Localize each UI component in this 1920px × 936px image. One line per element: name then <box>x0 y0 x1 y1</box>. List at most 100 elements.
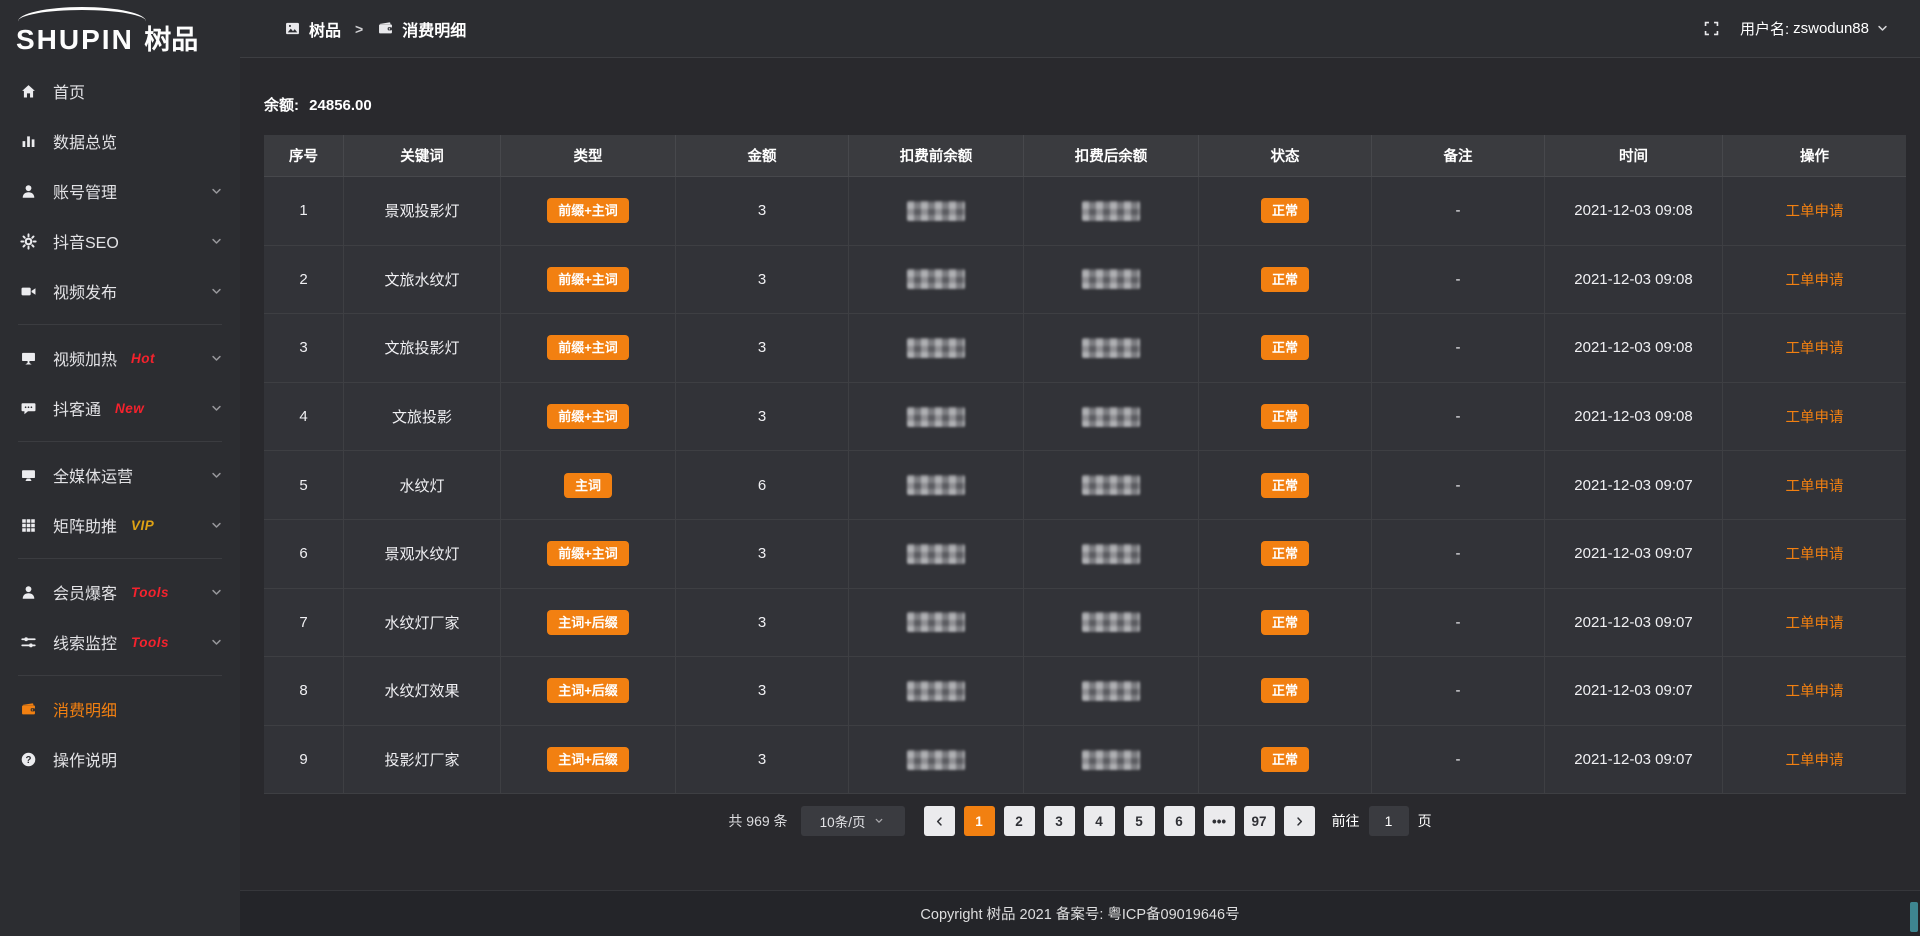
ticket-apply-link[interactable]: 工单申请 <box>1786 475 1844 496</box>
sidebar-item-label: 首页 <box>53 79 85 103</box>
sidebar-item-video-publish[interactable]: 视频发布 <box>0 266 240 316</box>
menu-divider <box>18 675 222 676</box>
cell-keyword: 水纹灯效果 <box>344 657 501 726</box>
question-icon <box>20 751 38 768</box>
type-badge: 前缀+主词 <box>547 267 629 292</box>
fullscreen-button[interactable] <box>1701 18 1722 39</box>
chevron-down-icon <box>209 284 224 299</box>
column-header: 时间 <box>1545 135 1723 177</box>
goto-page-input[interactable] <box>1369 806 1409 836</box>
cell-note: - <box>1372 177 1545 246</box>
chevron-down-icon <box>873 815 885 827</box>
cell-status: 正常 <box>1199 177 1372 246</box>
sidebar-item-omni-media-operation[interactable]: 全媒体运营 <box>0 450 240 500</box>
cell-balance-before <box>849 246 1024 315</box>
cell-balance-after <box>1024 726 1199 795</box>
page-ellipsis-button[interactable]: ••• <box>1204 806 1235 836</box>
sliders-icon <box>20 634 38 651</box>
sidebar-menu: 首页数据总览账号管理抖音SEO视频发布视频加热Hot抖客通New 全媒体运营矩阵助… <box>0 62 240 784</box>
redacted-balance-after <box>1082 475 1140 495</box>
sidebar-item-douyin-seo[interactable]: 抖音SEO <box>0 216 240 266</box>
menu-divider <box>18 324 222 325</box>
page-button-4[interactable]: 4 <box>1084 806 1115 836</box>
brand-logo: SHUPIN 树品 <box>0 0 240 62</box>
chevron-down-icon <box>209 351 224 366</box>
sidebar-item-label: 抖客通 <box>53 396 101 420</box>
cell-amount: 3 <box>676 314 849 383</box>
cell-balance-after <box>1024 657 1199 726</box>
status-badge: 正常 <box>1261 541 1309 566</box>
user-menu[interactable]: 用户名: zswodun88 <box>1740 18 1890 39</box>
page-size-select[interactable]: 10条/页 <box>801 806 905 836</box>
balance-summary: 余额: 24856.00 <box>264 94 1920 115</box>
redacted-balance-before <box>907 544 965 564</box>
table-row: 9投影灯厂家主词+后缀3正常-2021-12-03 09:07工单申请 <box>264 726 1906 795</box>
ticket-apply-link[interactable]: 工单申请 <box>1786 543 1844 564</box>
cell-index: 3 <box>264 314 344 383</box>
ticket-apply-link[interactable]: 工单申请 <box>1786 269 1844 290</box>
page-button-1[interactable]: 1 <box>964 806 995 836</box>
cell-index: 2 <box>264 246 344 315</box>
next-page-button[interactable] <box>1284 806 1315 836</box>
sidebar-item-member-explosion[interactable]: 会员爆客Tools <box>0 567 240 617</box>
ticket-apply-link[interactable]: 工单申请 <box>1786 612 1844 633</box>
screen-icon <box>20 350 38 367</box>
page-button-6[interactable]: 6 <box>1164 806 1195 836</box>
page-button-3[interactable]: 3 <box>1044 806 1075 836</box>
type-badge: 主词+后缀 <box>547 610 629 635</box>
page-button-2[interactable]: 2 <box>1004 806 1035 836</box>
chevron-down-icon <box>209 518 224 533</box>
redacted-balance-after <box>1082 201 1140 221</box>
cell-keyword: 文旅水纹灯 <box>344 246 501 315</box>
balance-label: 余额: <box>264 97 299 114</box>
cell-action: 工单申请 <box>1723 246 1906 315</box>
chevron-right-icon <box>1293 815 1306 828</box>
topbar: 树品 > 消费明细 用户名: zswodun88 <box>240 0 1920 58</box>
chevron-down-icon <box>209 401 224 416</box>
cell-index: 6 <box>264 520 344 589</box>
breadcrumb-item-current: 消费明细 <box>402 17 466 41</box>
table-row: 6景观水纹灯前缀+主词3正常-2021-12-03 09:07工单申请 <box>264 520 1906 589</box>
sidebar-item-label: 操作说明 <box>53 747 117 771</box>
cell-time: 2021-12-03 09:08 <box>1545 177 1723 246</box>
redacted-balance-after <box>1082 338 1140 358</box>
prev-page-button[interactable] <box>924 806 955 836</box>
chevron-left-icon <box>933 815 946 828</box>
sidebar-item-leads-monitoring[interactable]: 线索监控Tools <box>0 617 240 667</box>
menu-divider <box>18 558 222 559</box>
page-button-5[interactable]: 5 <box>1124 806 1155 836</box>
cell-balance-after <box>1024 383 1199 452</box>
sidebar-item-data-overview[interactable]: 数据总览 <box>0 116 240 166</box>
redacted-balance-before <box>907 612 965 632</box>
ticket-apply-link[interactable]: 工单申请 <box>1786 680 1844 701</box>
total-count: 共 969 条 <box>728 811 787 831</box>
breadcrumb: 树品 > 消费明细 <box>284 17 466 41</box>
page-button-97[interactable]: 97 <box>1244 806 1275 836</box>
sidebar-item-video-heating[interactable]: 视频加热Hot <box>0 333 240 383</box>
sidebar-item-account-management[interactable]: 账号管理 <box>0 166 240 216</box>
redacted-balance-after <box>1082 269 1140 289</box>
ticket-apply-link[interactable]: 工单申请 <box>1786 749 1844 770</box>
type-badge: 主词+后缀 <box>547 678 629 703</box>
cell-status: 正常 <box>1199 451 1372 520</box>
menu-divider <box>18 441 222 442</box>
ticket-apply-link[interactable]: 工单申请 <box>1786 406 1844 427</box>
sidebar-item-consumption-details[interactable]: 消费明细 <box>0 684 240 734</box>
table-body: 1景观投影灯前缀+主词3正常-2021-12-03 09:08工单申请2文旅水纹… <box>264 177 1906 794</box>
sidebar-item-matrix-boost[interactable]: 矩阵助推VIP <box>0 500 240 550</box>
brand-name-en: SHUPIN <box>16 24 134 55</box>
ticket-apply-link[interactable]: 工单申请 <box>1786 337 1844 358</box>
type-badge: 前缀+主词 <box>547 404 629 429</box>
menu-item-tag: VIP <box>131 518 154 533</box>
sidebar-item-douketong[interactable]: 抖客通New <box>0 383 240 433</box>
breadcrumb-item-brand[interactable]: 树品 <box>309 17 341 41</box>
cell-balance-before <box>849 726 1024 795</box>
user-icon <box>20 584 38 601</box>
cell-note: - <box>1372 451 1545 520</box>
scrollbar-thumb[interactable] <box>1910 902 1918 932</box>
ticket-apply-link[interactable]: 工单申请 <box>1786 200 1844 221</box>
cell-time: 2021-12-03 09:08 <box>1545 246 1723 315</box>
cell-amount: 3 <box>676 726 849 795</box>
sidebar-item-operation-guide[interactable]: 操作说明 <box>0 734 240 784</box>
sidebar-item-home[interactable]: 首页 <box>0 66 240 116</box>
